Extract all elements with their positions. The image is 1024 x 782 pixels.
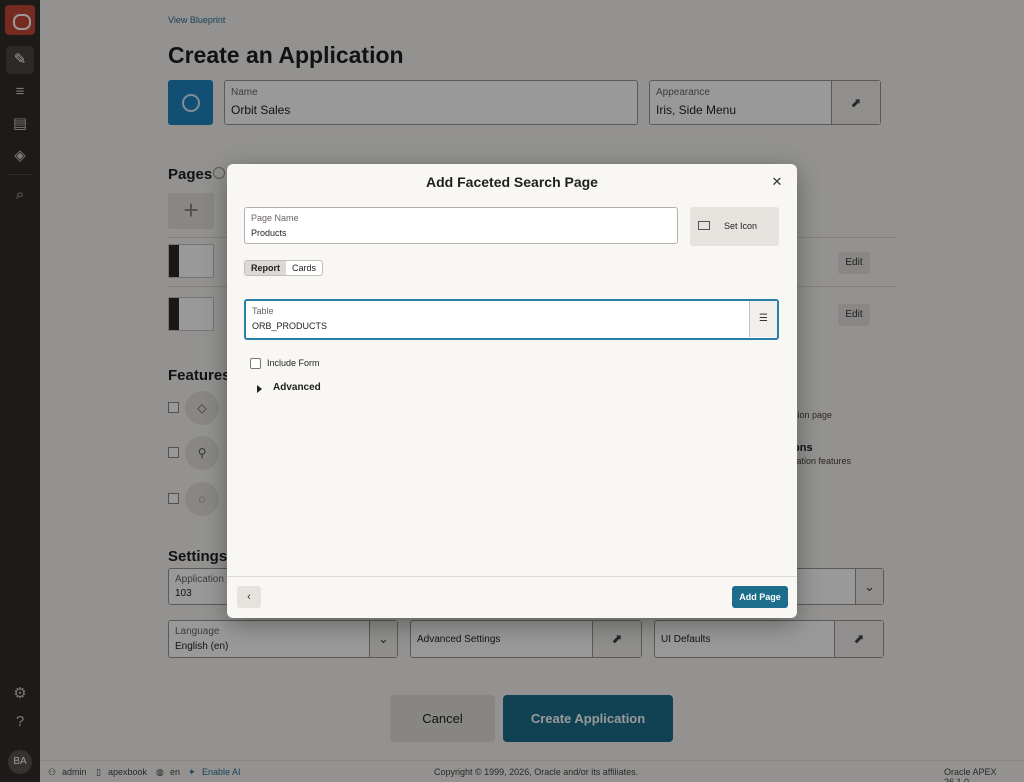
table-value[interactable]: ORB_PRODUCTS — [252, 321, 327, 331]
icon-picker-icon — [698, 221, 710, 230]
segment-cards[interactable]: Cards — [286, 261, 322, 275]
set-icon-button[interactable]: Set Icon — [690, 207, 779, 246]
table-label: Table — [252, 306, 274, 316]
include-form-checkbox[interactable] — [250, 358, 261, 369]
include-form-label[interactable]: Include Form — [267, 358, 320, 368]
list-of-values-icon[interactable]: ☰ — [749, 301, 777, 337]
advanced-section-toggle[interactable]: Advanced — [273, 382, 321, 393]
table-field[interactable]: Table ORB_PRODUCTS ☰ — [244, 299, 779, 340]
close-icon[interactable]: ✕ — [769, 174, 785, 190]
set-icon-label: Set Icon — [724, 221, 758, 231]
page-type-toggle[interactable]: Report Cards — [244, 260, 324, 276]
page-name-value[interactable]: Products — [251, 228, 287, 238]
page-name-label: Page Name — [251, 213, 299, 223]
dialog-title: Add Faceted Search Page — [426, 174, 598, 190]
dialog-footer-divider — [227, 576, 797, 577]
add-faceted-search-dialog: Add Faceted Search Page ✕ Page Name Prod… — [227, 164, 797, 618]
back-button[interactable]: ‹ — [237, 586, 261, 608]
expand-triangle-icon[interactable] — [257, 385, 262, 393]
segment-report[interactable]: Report — [245, 261, 286, 275]
add-page-button[interactable]: Add Page — [732, 586, 788, 608]
page-name-field[interactable]: Page Name Products — [244, 207, 678, 244]
